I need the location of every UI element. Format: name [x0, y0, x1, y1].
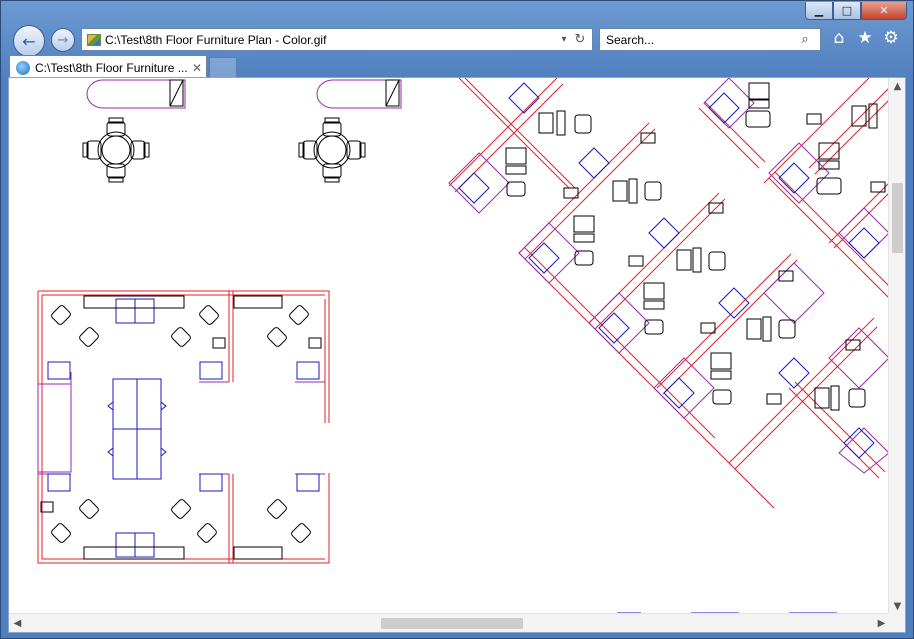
scrollbar-corner [888, 613, 905, 632]
ie-logo-icon [16, 60, 30, 75]
toolbar-icons: ⌂ ★ ⚙ [829, 28, 901, 50]
address-bar[interactable]: C:\Test\8th Floor Furniture Plan - Color… [81, 28, 593, 51]
tab-active[interactable]: C:\Test\8th Floor Furniture ... ✕ [9, 55, 207, 79]
left-office-cluster [37, 290, 330, 564]
forward-arrow-icon: → [57, 32, 69, 48]
address-dropdown-icon[interactable]: ▾ [556, 34, 572, 45]
top-left-table-group [82, 79, 186, 183]
caption-buttons: ▁ □ ✕ [805, 2, 907, 20]
vertical-scrollbar[interactable]: ▲ ▼ [888, 78, 905, 615]
minimize-button[interactable]: ▁ [805, 2, 833, 20]
back-button[interactable]: ← [13, 25, 45, 57]
forward-button[interactable]: → [51, 28, 75, 52]
tools-gear-icon[interactable]: ⚙ [881, 28, 901, 50]
refresh-icon[interactable]: ↻ [572, 32, 588, 47]
diagonal-cubicle-field [448, 78, 889, 614]
top-middle-table-group [298, 79, 402, 183]
search-box[interactable]: ⌕ [599, 28, 821, 51]
maximize-button[interactable]: □ [833, 2, 861, 20]
horizontal-scrollbar[interactable]: ◀ ▶ [9, 613, 890, 632]
favorites-star-icon[interactable]: ★ [855, 28, 875, 50]
scroll-left-icon[interactable]: ◀ [9, 614, 26, 632]
new-tab-button[interactable] [209, 57, 237, 78]
search-icon[interactable]: ⌕ [790, 32, 820, 47]
scroll-up-icon[interactable]: ▲ [889, 78, 905, 95]
vertical-scroll-thumb[interactable] [892, 183, 903, 253]
image-viewport: ▲ ▼ ◀ ▶ [8, 77, 906, 633]
tab-close-icon[interactable]: ✕ [188, 61, 206, 75]
tab-label: C:\Test\8th Floor Furniture ... [35, 60, 188, 75]
search-input[interactable] [600, 32, 790, 47]
close-window-button[interactable]: ✕ [861, 2, 907, 20]
floor-plan-image [37, 78, 889, 614]
horizontal-scroll-thumb[interactable] [381, 618, 523, 629]
address-text[interactable]: C:\Test\8th Floor Furniture Plan - Color… [105, 33, 556, 47]
home-icon[interactable]: ⌂ [829, 28, 849, 50]
back-arrow-icon: ← [22, 31, 36, 51]
gif-file-icon [87, 33, 101, 46]
